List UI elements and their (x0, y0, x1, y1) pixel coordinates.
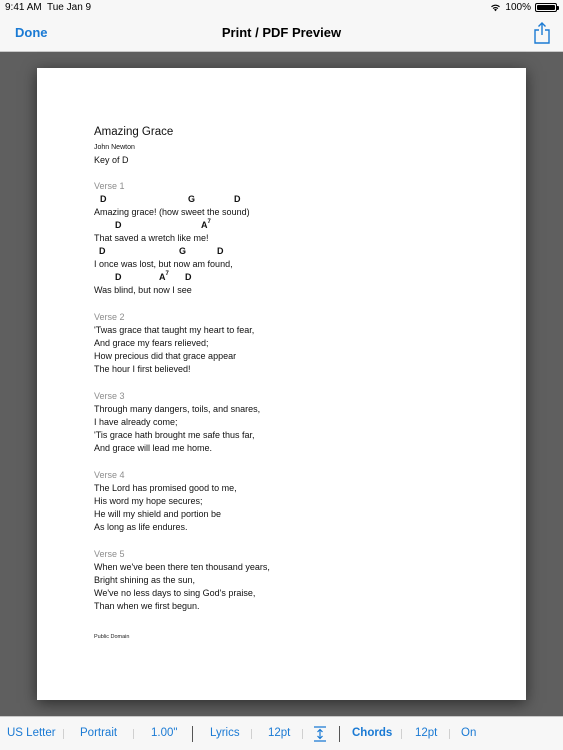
lyric-line: I once was lost, but now am found, (94, 259, 233, 269)
lyric-line: 'Tis grace hath brought me safe thus far… (94, 430, 255, 440)
orientation-button[interactable]: Portrait (80, 727, 117, 739)
song-section: Verse 2 'Twas grace that taught my heart … (94, 311, 474, 376)
status-date: Tue Jan 9 (47, 2, 92, 13)
song-key: Key of D (94, 155, 129, 165)
lyric-line: Bright shining as the sun, (94, 575, 196, 585)
line-spacing-icon[interactable] (313, 726, 327, 742)
chord-extension: 7 (207, 219, 211, 225)
toolbar-divider (133, 729, 134, 739)
lyric-line: As long as life endures. (94, 522, 188, 532)
toolbar-divider (63, 729, 64, 739)
status-time: 9:41 AM (5, 2, 42, 13)
chord-root: D (100, 194, 107, 204)
lyric-line: And grace will lead me home. (94, 443, 213, 453)
nav-bar: Done Print / PDF Preview (0, 16, 563, 52)
song-sections: Verse 1 D G D Amazing grace! (how sweet the … (94, 180, 474, 613)
chords-size-button[interactable]: 12pt (415, 727, 437, 739)
lyric-line: That saved a wretch like me! (94, 233, 209, 243)
chord-root: G (188, 194, 196, 204)
chord: D (115, 271, 122, 284)
section-label: Verse 3 (94, 391, 125, 401)
chord: D (100, 193, 107, 206)
lyrics-size-button[interactable]: 12pt (268, 727, 290, 739)
lyric-line: Through many dangers, toils, and snares, (94, 404, 261, 414)
section-label: Verse 1 (94, 181, 125, 191)
chords-font-button[interactable]: Chords (352, 727, 392, 739)
lyric-line: Was blind, but now I see (94, 285, 192, 295)
chord-root: D (185, 272, 192, 282)
chord: D (99, 245, 106, 258)
chord-row: D A7 (94, 219, 474, 232)
song-section: Verse 5 When we've been there ten thousan… (94, 548, 474, 613)
song-sheet: Amazing Grace John Newton Key of D Verse… (94, 125, 474, 613)
chords-toggle-button[interactable]: On (461, 727, 476, 739)
chord-root: G (179, 246, 187, 256)
song-section: Verse 4 The Lord has promised good to me,… (94, 469, 474, 534)
copyright-note: Public Domain (94, 634, 130, 640)
section-label: Verse 2 (94, 312, 125, 322)
page-title: Print / PDF Preview (221, 25, 342, 40)
chord: D (185, 271, 192, 284)
lyric-line: Amazing grace! (how sweet the sound) (94, 207, 250, 217)
chord-root: A (159, 272, 166, 282)
wifi-icon (491, 4, 501, 12)
chord-extension: 7 (165, 271, 169, 277)
paper-page: Amazing Grace John Newton Key of D Verse… (37, 68, 526, 700)
lyric-line: How precious did that grace appear (94, 351, 237, 361)
lyric-line: And grace my fears relieved; (94, 338, 209, 348)
lyric-line: Than when we first begun. (94, 601, 200, 611)
toolbar-group-divider (192, 726, 193, 742)
chord-root: D (234, 194, 241, 204)
lyric-line: His word my hope secures; (94, 496, 203, 506)
chord-root: D (115, 220, 122, 230)
section-label: Verse 5 (94, 549, 125, 559)
chord-root: D (99, 246, 106, 256)
toolbar-divider (449, 729, 450, 739)
status-indicators: 100% (490, 2, 559, 13)
chord-row: D A7 D (94, 271, 474, 284)
chord: G (188, 193, 195, 206)
toolbar-divider (251, 729, 252, 739)
paper-size-button[interactable]: US Letter (7, 727, 56, 739)
toolbar-divider (302, 729, 303, 739)
song-author: John Newton (94, 144, 135, 151)
lyric-line: 'Twas grace that taught my heart to fear… (94, 325, 255, 335)
chord: A7 (159, 271, 169, 284)
chord-root: A (201, 220, 208, 230)
lyric-line: He will my shield and portion be (94, 509, 222, 519)
share-icon[interactable] (533, 22, 551, 44)
margin-button[interactable]: 1.00" (151, 727, 177, 739)
print-options-toolbar: US Letter Portrait 1.00" Lyrics 12pt Cho… (0, 716, 563, 750)
lyric-line: When we've been there ten thousand years… (94, 562, 270, 572)
battery-percent: 100% (505, 2, 531, 13)
song-section: Verse 3 Through many dangers, toils, and … (94, 390, 474, 455)
status-bar: 9:41 AM Tue Jan 9 100% (0, 0, 563, 16)
chord: D (234, 193, 241, 206)
song-section: Verse 1 D G D Amazing grace! (how sweet the … (94, 180, 474, 297)
pdf-preview-area[interactable]: Amazing Grace John Newton Key of D Verse… (0, 52, 563, 716)
toolbar-group-divider (339, 726, 340, 742)
chord-root: D (217, 246, 224, 256)
chord: D (217, 245, 224, 258)
chord-row: DGD (94, 245, 474, 258)
chord: D (115, 219, 122, 232)
lyric-line: We've no less days to sing God's praise, (94, 588, 256, 598)
lyrics-font-button[interactable]: Lyrics (210, 727, 240, 739)
section-label: Verse 4 (94, 470, 125, 480)
chord: G (179, 245, 186, 258)
song-title: Amazing Grace (94, 126, 174, 138)
lyric-line: The Lord has promised good to me, (94, 483, 237, 493)
chord-row: DGD (94, 193, 474, 206)
toolbar-divider (401, 729, 402, 739)
chord-root: D (115, 272, 122, 282)
battery-icon (535, 3, 559, 12)
lyric-line: The hour I first believed! (94, 364, 191, 374)
lyric-line: I have already come; (94, 417, 178, 427)
chord: A7 (201, 219, 211, 232)
